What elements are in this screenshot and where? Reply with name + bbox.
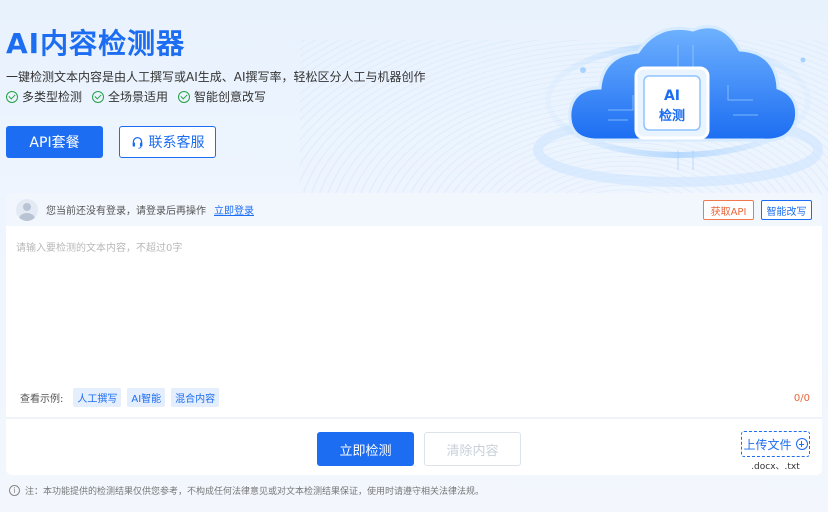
contact-support-label: 联系客服 xyxy=(148,135,205,151)
api-package-button[interactable]: API套餐 xyxy=(6,126,103,158)
upload-label: 上传文件 xyxy=(743,437,792,452)
info-icon: i xyxy=(9,485,20,496)
hero-banner: AI内容检测器 一键检测文本内容是由人工撰写或AI生成、AI撰写率，轻松区分人工… xyxy=(0,0,828,195)
detect-button[interactable]: 立即检测 xyxy=(317,432,414,466)
example-tag-ai[interactable]: AI智能 xyxy=(127,388,166,407)
detector-panel: 您当前还没有登录，请登录后再操作 立即登录 获取API 智能改写 查看示例: 人… xyxy=(6,193,822,475)
get-api-button[interactable]: 获取API xyxy=(703,200,754,220)
avatar xyxy=(16,198,38,221)
check-circle-icon xyxy=(92,90,105,103)
feature-label: 多类型检测 xyxy=(22,90,83,104)
upload-formats: .docx、.txt xyxy=(751,462,800,472)
plus-circle-icon xyxy=(795,438,808,450)
clear-button[interactable]: 清除内容 xyxy=(424,432,521,466)
example-list: 查看示例: 人工撰写 AI智能 混合内容 xyxy=(20,388,220,407)
contact-support-button[interactable]: 联系客服 xyxy=(119,126,216,158)
example-tag-human[interactable]: 人工撰写 xyxy=(73,388,122,407)
headset-icon xyxy=(132,136,142,149)
char-counter: 0/0 xyxy=(793,393,810,404)
page-title: AI内容检测器 xyxy=(6,27,186,60)
check-circle-icon xyxy=(6,90,18,103)
login-link[interactable]: 立即登录 xyxy=(214,202,254,217)
feature-item: 全场景适用 xyxy=(92,88,168,105)
text-input[interactable] xyxy=(16,239,806,369)
check-circle-icon xyxy=(178,90,191,103)
smart-rewrite-button[interactable]: 智能改写 xyxy=(761,200,812,220)
page-subtitle: 一键检测文本内容是由人工撰写或AI生成、AI撰写率，轻松区分人工与机器创作 xyxy=(6,70,426,84)
login-prompt: 您当前还没有登录，请登录后再操作 xyxy=(46,206,206,217)
examples-label: 查看示例: xyxy=(20,394,64,405)
example-tag-mixed[interactable]: 混合内容 xyxy=(171,388,220,407)
disclaimer-note: i 注：本功能提供的检测结果仅供您参考，不构成任何法律意见或对文本检测结果保证，… xyxy=(9,484,484,497)
feature-list: 多类型检测 全场景适用 智能创意改写 xyxy=(6,88,266,105)
art-label-detect: 检测 xyxy=(659,108,685,124)
ai-cloud-illustration: AI 检测 xyxy=(533,25,823,187)
feature-label: 智能创意改写 xyxy=(194,90,267,104)
art-label-ai: AI xyxy=(664,88,680,104)
disclaimer-text: 注：本功能提供的检测结果仅供您参考，不构成任何法律意见或对文本检测结果保证，使用… xyxy=(25,487,485,497)
feature-item: 智能创意改写 xyxy=(178,88,266,105)
divider xyxy=(6,417,822,419)
upload-file-button[interactable]: 上传文件 xyxy=(741,431,810,457)
feature-label: 全场景适用 xyxy=(108,90,169,104)
feature-item: 多类型检测 xyxy=(6,88,82,105)
login-bar: 您当前还没有登录，请登录后再操作 立即登录 获取API 智能改写 xyxy=(6,193,822,226)
